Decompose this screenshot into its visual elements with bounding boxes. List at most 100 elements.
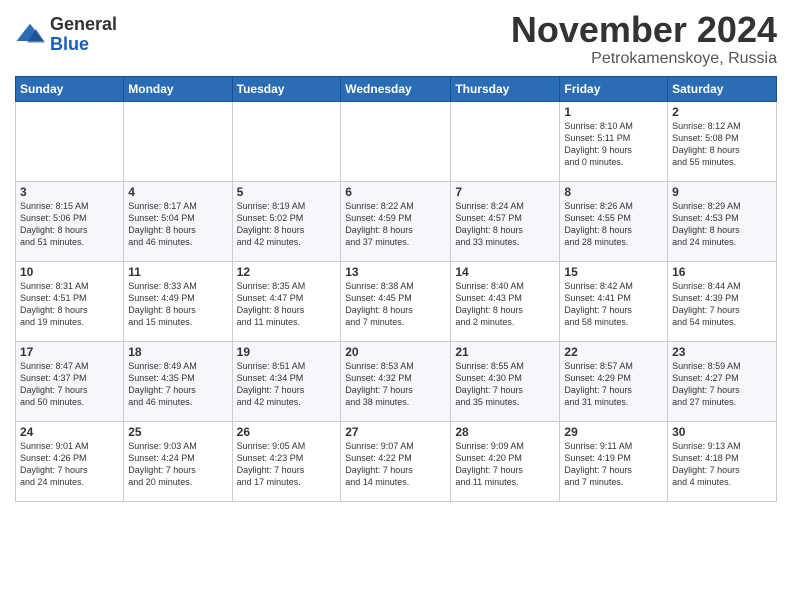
day-info: Sunrise: 9:01 AM Sunset: 4:26 PM Dayligh… <box>20 440 119 489</box>
day-number: 19 <box>237 345 337 359</box>
day-number: 15 <box>564 265 663 279</box>
calendar-cell: 6Sunrise: 8:22 AM Sunset: 4:59 PM Daylig… <box>341 181 451 261</box>
week-row-3: 10Sunrise: 8:31 AM Sunset: 4:51 PM Dayli… <box>16 261 777 341</box>
calendar-cell <box>341 101 451 181</box>
week-row-2: 3Sunrise: 8:15 AM Sunset: 5:06 PM Daylig… <box>16 181 777 261</box>
day-number: 10 <box>20 265 119 279</box>
page: General Blue November 2024 Petrokamensko… <box>0 0 792 612</box>
calendar-cell: 18Sunrise: 8:49 AM Sunset: 4:35 PM Dayli… <box>124 341 232 421</box>
day-info: Sunrise: 8:44 AM Sunset: 4:39 PM Dayligh… <box>672 280 772 329</box>
day-info: Sunrise: 8:17 AM Sunset: 5:04 PM Dayligh… <box>128 200 227 249</box>
calendar-cell: 23Sunrise: 8:59 AM Sunset: 4:27 PM Dayli… <box>668 341 777 421</box>
weekday-header-thursday: Thursday <box>451 76 560 101</box>
day-number: 14 <box>455 265 555 279</box>
week-row-1: 1Sunrise: 8:10 AM Sunset: 5:11 PM Daylig… <box>16 101 777 181</box>
day-number: 3 <box>20 185 119 199</box>
day-info: Sunrise: 9:03 AM Sunset: 4:24 PM Dayligh… <box>128 440 227 489</box>
day-number: 29 <box>564 425 663 439</box>
day-number: 16 <box>672 265 772 279</box>
day-info: Sunrise: 8:33 AM Sunset: 4:49 PM Dayligh… <box>128 280 227 329</box>
day-info: Sunrise: 8:47 AM Sunset: 4:37 PM Dayligh… <box>20 360 119 409</box>
week-row-4: 17Sunrise: 8:47 AM Sunset: 4:37 PM Dayli… <box>16 341 777 421</box>
calendar-cell <box>451 101 560 181</box>
day-info: Sunrise: 8:38 AM Sunset: 4:45 PM Dayligh… <box>345 280 446 329</box>
calendar-cell: 3Sunrise: 8:15 AM Sunset: 5:06 PM Daylig… <box>16 181 124 261</box>
calendar-cell: 4Sunrise: 8:17 AM Sunset: 5:04 PM Daylig… <box>124 181 232 261</box>
day-info: Sunrise: 8:29 AM Sunset: 4:53 PM Dayligh… <box>672 200 772 249</box>
day-info: Sunrise: 9:09 AM Sunset: 4:20 PM Dayligh… <box>455 440 555 489</box>
day-info: Sunrise: 8:31 AM Sunset: 4:51 PM Dayligh… <box>20 280 119 329</box>
day-number: 21 <box>455 345 555 359</box>
calendar-cell <box>124 101 232 181</box>
logo-general: General <box>50 14 117 34</box>
calendar-cell: 7Sunrise: 8:24 AM Sunset: 4:57 PM Daylig… <box>451 181 560 261</box>
logo: General Blue <box>15 15 117 55</box>
calendar-cell: 19Sunrise: 8:51 AM Sunset: 4:34 PM Dayli… <box>232 341 341 421</box>
day-info: Sunrise: 9:13 AM Sunset: 4:18 PM Dayligh… <box>672 440 772 489</box>
weekday-header-wednesday: Wednesday <box>341 76 451 101</box>
header: General Blue November 2024 Petrokamensko… <box>15 10 777 68</box>
calendar-cell: 25Sunrise: 9:03 AM Sunset: 4:24 PM Dayli… <box>124 421 232 501</box>
day-info: Sunrise: 8:19 AM Sunset: 5:02 PM Dayligh… <box>237 200 337 249</box>
day-info: Sunrise: 8:26 AM Sunset: 4:55 PM Dayligh… <box>564 200 663 249</box>
day-number: 4 <box>128 185 227 199</box>
day-number: 12 <box>237 265 337 279</box>
day-number: 9 <box>672 185 772 199</box>
day-number: 24 <box>20 425 119 439</box>
week-row-5: 24Sunrise: 9:01 AM Sunset: 4:26 PM Dayli… <box>16 421 777 501</box>
calendar-cell: 30Sunrise: 9:13 AM Sunset: 4:18 PM Dayli… <box>668 421 777 501</box>
calendar-cell: 16Sunrise: 8:44 AM Sunset: 4:39 PM Dayli… <box>668 261 777 341</box>
weekday-header-monday: Monday <box>124 76 232 101</box>
calendar-cell: 24Sunrise: 9:01 AM Sunset: 4:26 PM Dayli… <box>16 421 124 501</box>
title-block: November 2024 Petrokamenskoye, Russia <box>511 10 777 68</box>
calendar-cell: 17Sunrise: 8:47 AM Sunset: 4:37 PM Dayli… <box>16 341 124 421</box>
day-number: 25 <box>128 425 227 439</box>
day-info: Sunrise: 8:40 AM Sunset: 4:43 PM Dayligh… <box>455 280 555 329</box>
day-number: 20 <box>345 345 446 359</box>
day-info: Sunrise: 8:53 AM Sunset: 4:32 PM Dayligh… <box>345 360 446 409</box>
weekday-header-row: SundayMondayTuesdayWednesdayThursdayFrid… <box>16 76 777 101</box>
day-number: 6 <box>345 185 446 199</box>
day-number: 2 <box>672 105 772 119</box>
calendar-cell: 12Sunrise: 8:35 AM Sunset: 4:47 PM Dayli… <box>232 261 341 341</box>
logo-blue: Blue <box>50 34 89 54</box>
calendar-cell: 1Sunrise: 8:10 AM Sunset: 5:11 PM Daylig… <box>560 101 668 181</box>
day-number: 17 <box>20 345 119 359</box>
calendar-cell: 2Sunrise: 8:12 AM Sunset: 5:08 PM Daylig… <box>668 101 777 181</box>
calendar-cell: 27Sunrise: 9:07 AM Sunset: 4:22 PM Dayli… <box>341 421 451 501</box>
day-number: 23 <box>672 345 772 359</box>
day-info: Sunrise: 8:15 AM Sunset: 5:06 PM Dayligh… <box>20 200 119 249</box>
day-number: 13 <box>345 265 446 279</box>
calendar-cell: 9Sunrise: 8:29 AM Sunset: 4:53 PM Daylig… <box>668 181 777 261</box>
weekday-header-sunday: Sunday <box>16 76 124 101</box>
day-number: 8 <box>564 185 663 199</box>
month-title: November 2024 <box>511 10 777 50</box>
calendar-cell: 20Sunrise: 8:53 AM Sunset: 4:32 PM Dayli… <box>341 341 451 421</box>
weekday-header-friday: Friday <box>560 76 668 101</box>
day-info: Sunrise: 8:42 AM Sunset: 4:41 PM Dayligh… <box>564 280 663 329</box>
logo-text: General Blue <box>50 15 117 55</box>
logo-icon <box>15 20 45 50</box>
calendar-cell: 15Sunrise: 8:42 AM Sunset: 4:41 PM Dayli… <box>560 261 668 341</box>
calendar-cell: 21Sunrise: 8:55 AM Sunset: 4:30 PM Dayli… <box>451 341 560 421</box>
calendar: SundayMondayTuesdayWednesdayThursdayFrid… <box>15 76 777 502</box>
day-number: 5 <box>237 185 337 199</box>
calendar-cell: 11Sunrise: 8:33 AM Sunset: 4:49 PM Dayli… <box>124 261 232 341</box>
day-info: Sunrise: 8:24 AM Sunset: 4:57 PM Dayligh… <box>455 200 555 249</box>
day-number: 22 <box>564 345 663 359</box>
day-info: Sunrise: 8:22 AM Sunset: 4:59 PM Dayligh… <box>345 200 446 249</box>
day-number: 7 <box>455 185 555 199</box>
day-info: Sunrise: 9:07 AM Sunset: 4:22 PM Dayligh… <box>345 440 446 489</box>
day-number: 28 <box>455 425 555 439</box>
day-info: Sunrise: 8:59 AM Sunset: 4:27 PM Dayligh… <box>672 360 772 409</box>
day-number: 27 <box>345 425 446 439</box>
day-info: Sunrise: 8:55 AM Sunset: 4:30 PM Dayligh… <box>455 360 555 409</box>
calendar-cell: 5Sunrise: 8:19 AM Sunset: 5:02 PM Daylig… <box>232 181 341 261</box>
calendar-cell: 8Sunrise: 8:26 AM Sunset: 4:55 PM Daylig… <box>560 181 668 261</box>
day-info: Sunrise: 9:05 AM Sunset: 4:23 PM Dayligh… <box>237 440 337 489</box>
day-info: Sunrise: 8:49 AM Sunset: 4:35 PM Dayligh… <box>128 360 227 409</box>
calendar-cell: 14Sunrise: 8:40 AM Sunset: 4:43 PM Dayli… <box>451 261 560 341</box>
calendar-cell: 29Sunrise: 9:11 AM Sunset: 4:19 PM Dayli… <box>560 421 668 501</box>
calendar-cell: 26Sunrise: 9:05 AM Sunset: 4:23 PM Dayli… <box>232 421 341 501</box>
day-info: Sunrise: 8:35 AM Sunset: 4:47 PM Dayligh… <box>237 280 337 329</box>
